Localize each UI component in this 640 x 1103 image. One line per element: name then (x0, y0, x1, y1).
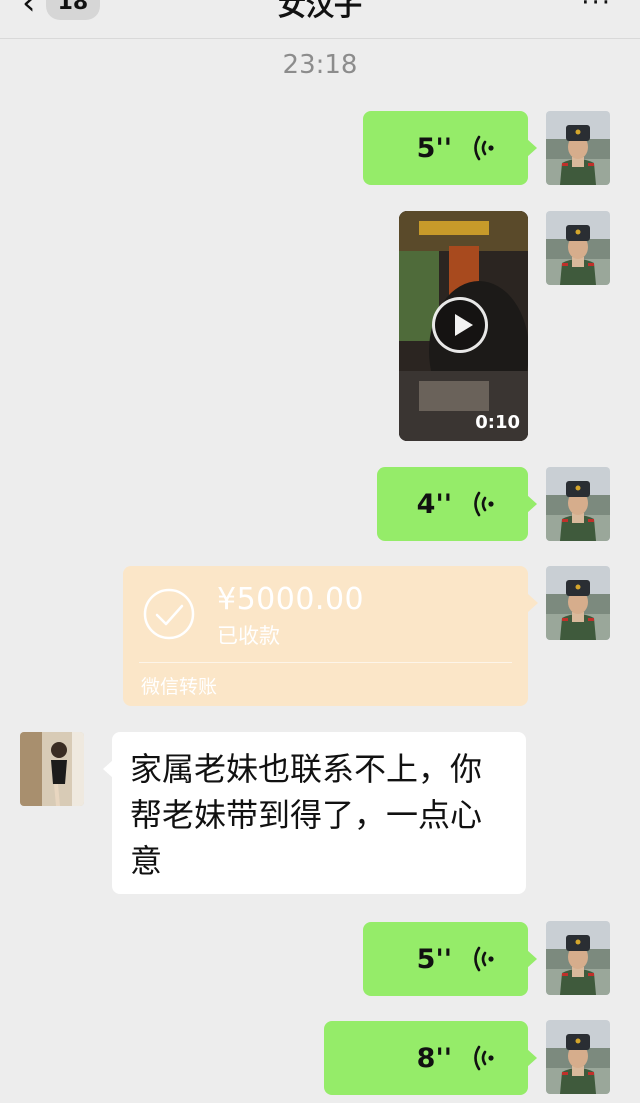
divider (139, 662, 512, 663)
transfer-message[interactable]: ¥5000.00 已收款 微信转账 (123, 566, 538, 706)
chat-header: ‹ 18 女汉子 ··· (0, 0, 640, 39)
my-avatar[interactable] (546, 467, 610, 541)
transfer-label: 微信转账 (141, 676, 218, 698)
video-message[interactable]: 0:10 (399, 211, 528, 441)
voice-duration: 5'' (416, 132, 452, 164)
voice-duration: 8'' (416, 1042, 452, 1074)
my-avatar[interactable] (546, 921, 610, 995)
check-circle-icon (143, 588, 195, 640)
my-avatar[interactable] (546, 111, 610, 185)
voice-duration: 5'' (416, 943, 452, 975)
play-icon[interactable] (432, 297, 488, 353)
voice-message[interactable]: 5'' (363, 922, 537, 996)
transfer-status: 已收款 (217, 624, 280, 648)
voice-duration: 4'' (416, 488, 452, 520)
contact-avatar[interactable] (20, 732, 84, 806)
chat-title: 女汉子 (277, 0, 362, 22)
text-message[interactable]: 家属老妹也联系不上，你帮老妹带到得了，一点心意 (103, 732, 526, 894)
message-timestamp: 23:18 (282, 50, 358, 80)
voice-wave-icon (472, 491, 494, 517)
my-avatar[interactable] (546, 566, 610, 640)
voice-wave-icon (472, 946, 494, 972)
transfer-amount: ¥5000.00 (217, 582, 365, 617)
video-duration: 0:10 (475, 412, 520, 433)
voice-message[interactable]: 5'' (363, 111, 537, 185)
my-avatar[interactable] (546, 1020, 610, 1094)
my-avatar[interactable] (546, 211, 610, 285)
voice-wave-icon (472, 1045, 494, 1071)
voice-message[interactable]: 8'' (324, 1021, 537, 1095)
voice-message[interactable]: 4'' (377, 467, 537, 541)
voice-wave-icon (472, 135, 494, 161)
more-dots-icon[interactable]: ··· (581, 0, 612, 18)
